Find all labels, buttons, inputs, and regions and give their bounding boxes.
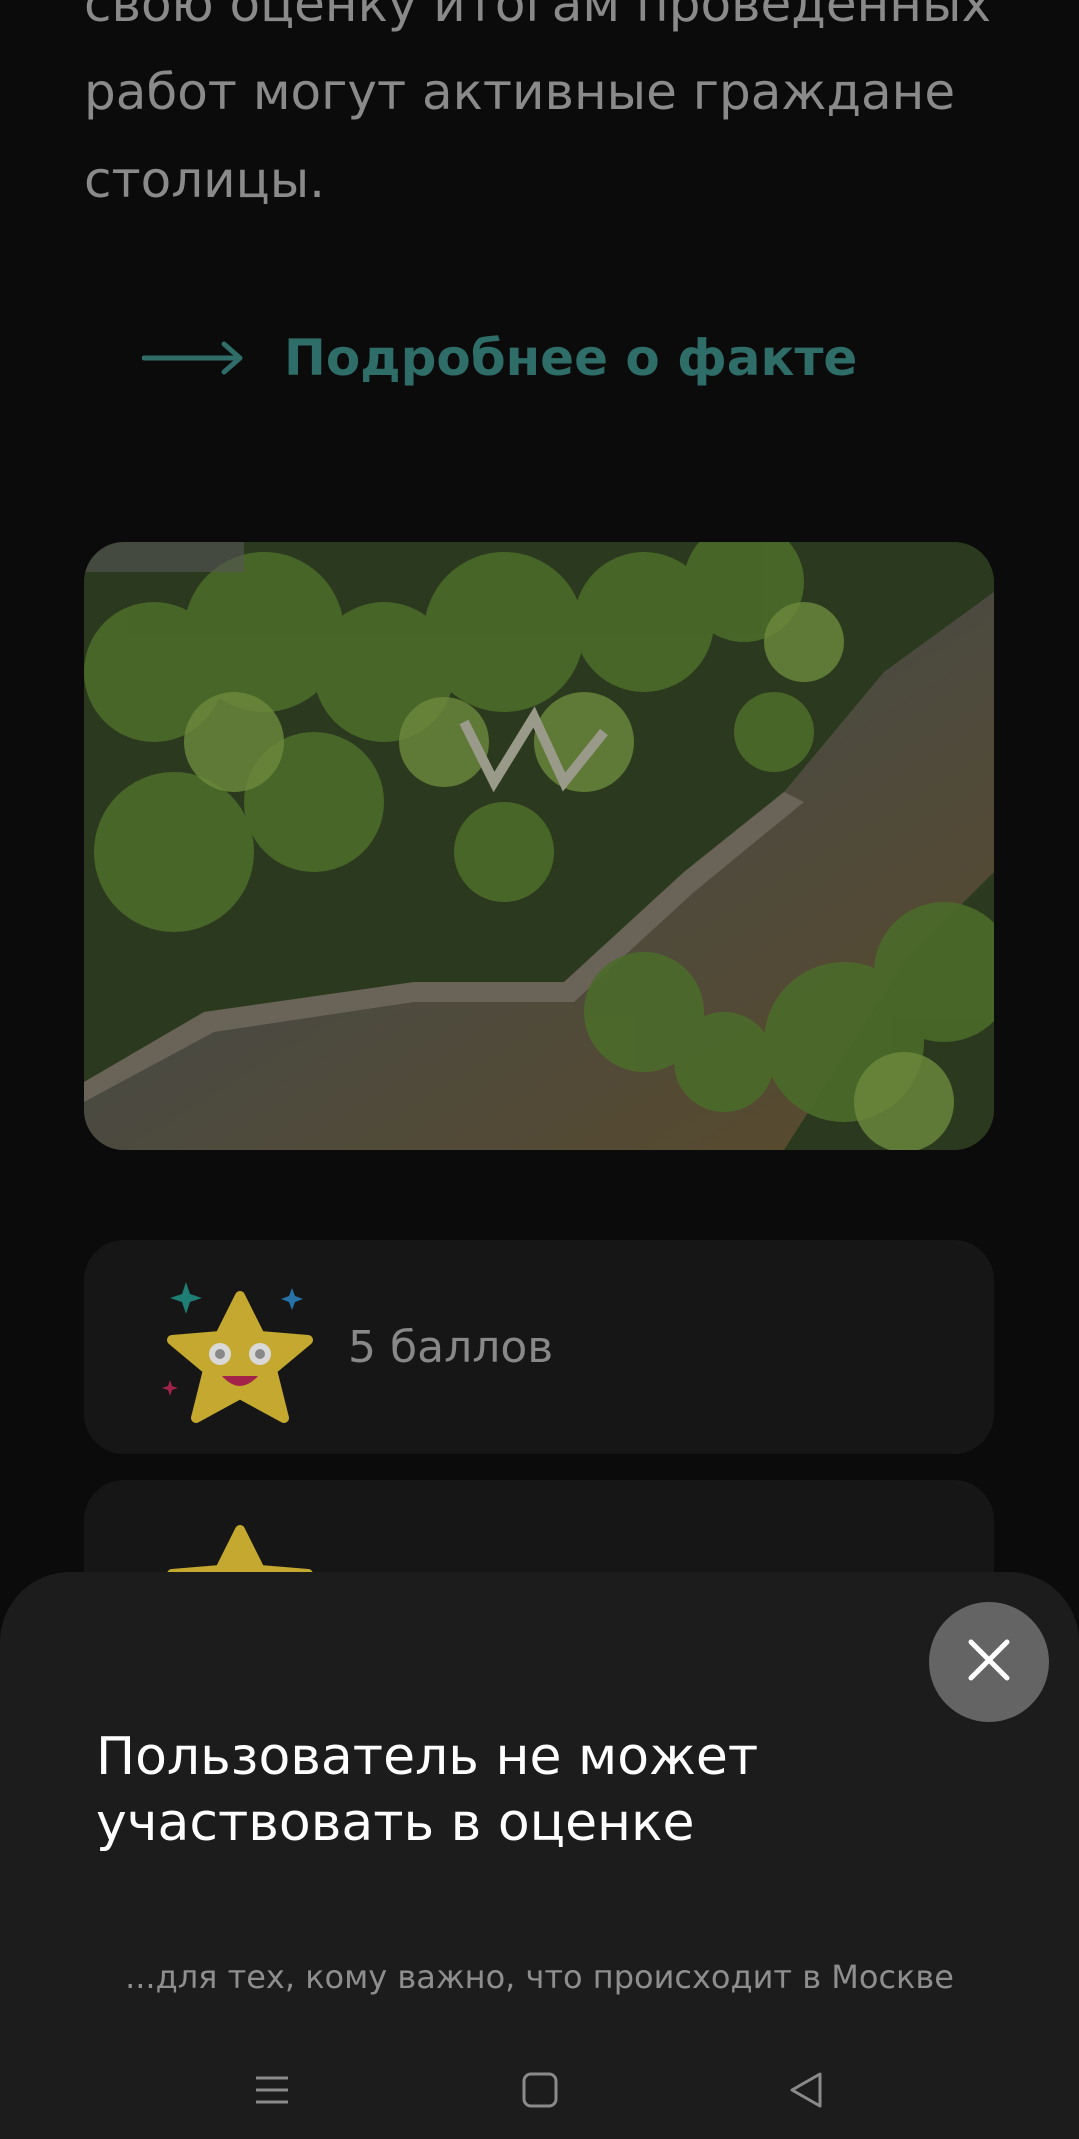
footer-caption: ...для тех, кому важно, что происходит в… (125, 1958, 954, 1996)
home-icon[interactable] (510, 2060, 570, 2120)
happy-star-icon (162, 1276, 318, 1432)
rating-label: 5 баллов (348, 1321, 554, 1373)
arrow-right-icon (142, 338, 246, 378)
menu-icon[interactable] (242, 2060, 302, 2120)
bottom-sheet: Пользователь не может участвовать в оцен… (0, 1572, 1079, 2139)
system-nav-bar (0, 2042, 1079, 2139)
close-button[interactable] (929, 1602, 1049, 1722)
sheet-title: Пользователь не может участвовать в оцен… (96, 1727, 759, 1853)
rating-option-5[interactable]: 5 баллов (84, 1240, 994, 1454)
close-icon (965, 1636, 1013, 1688)
more-about-fact-link[interactable]: Подробнее о факте (142, 318, 857, 398)
back-icon[interactable] (776, 2060, 836, 2120)
more-about-fact-label: Подробнее о факте (284, 329, 858, 387)
park-aerial-photo (84, 542, 994, 1150)
article-paragraph: свою оценку итогам проведенных работ мог… (84, 0, 992, 209)
page: свою оценку итогам проведенных работ мог… (0, 0, 1079, 2139)
